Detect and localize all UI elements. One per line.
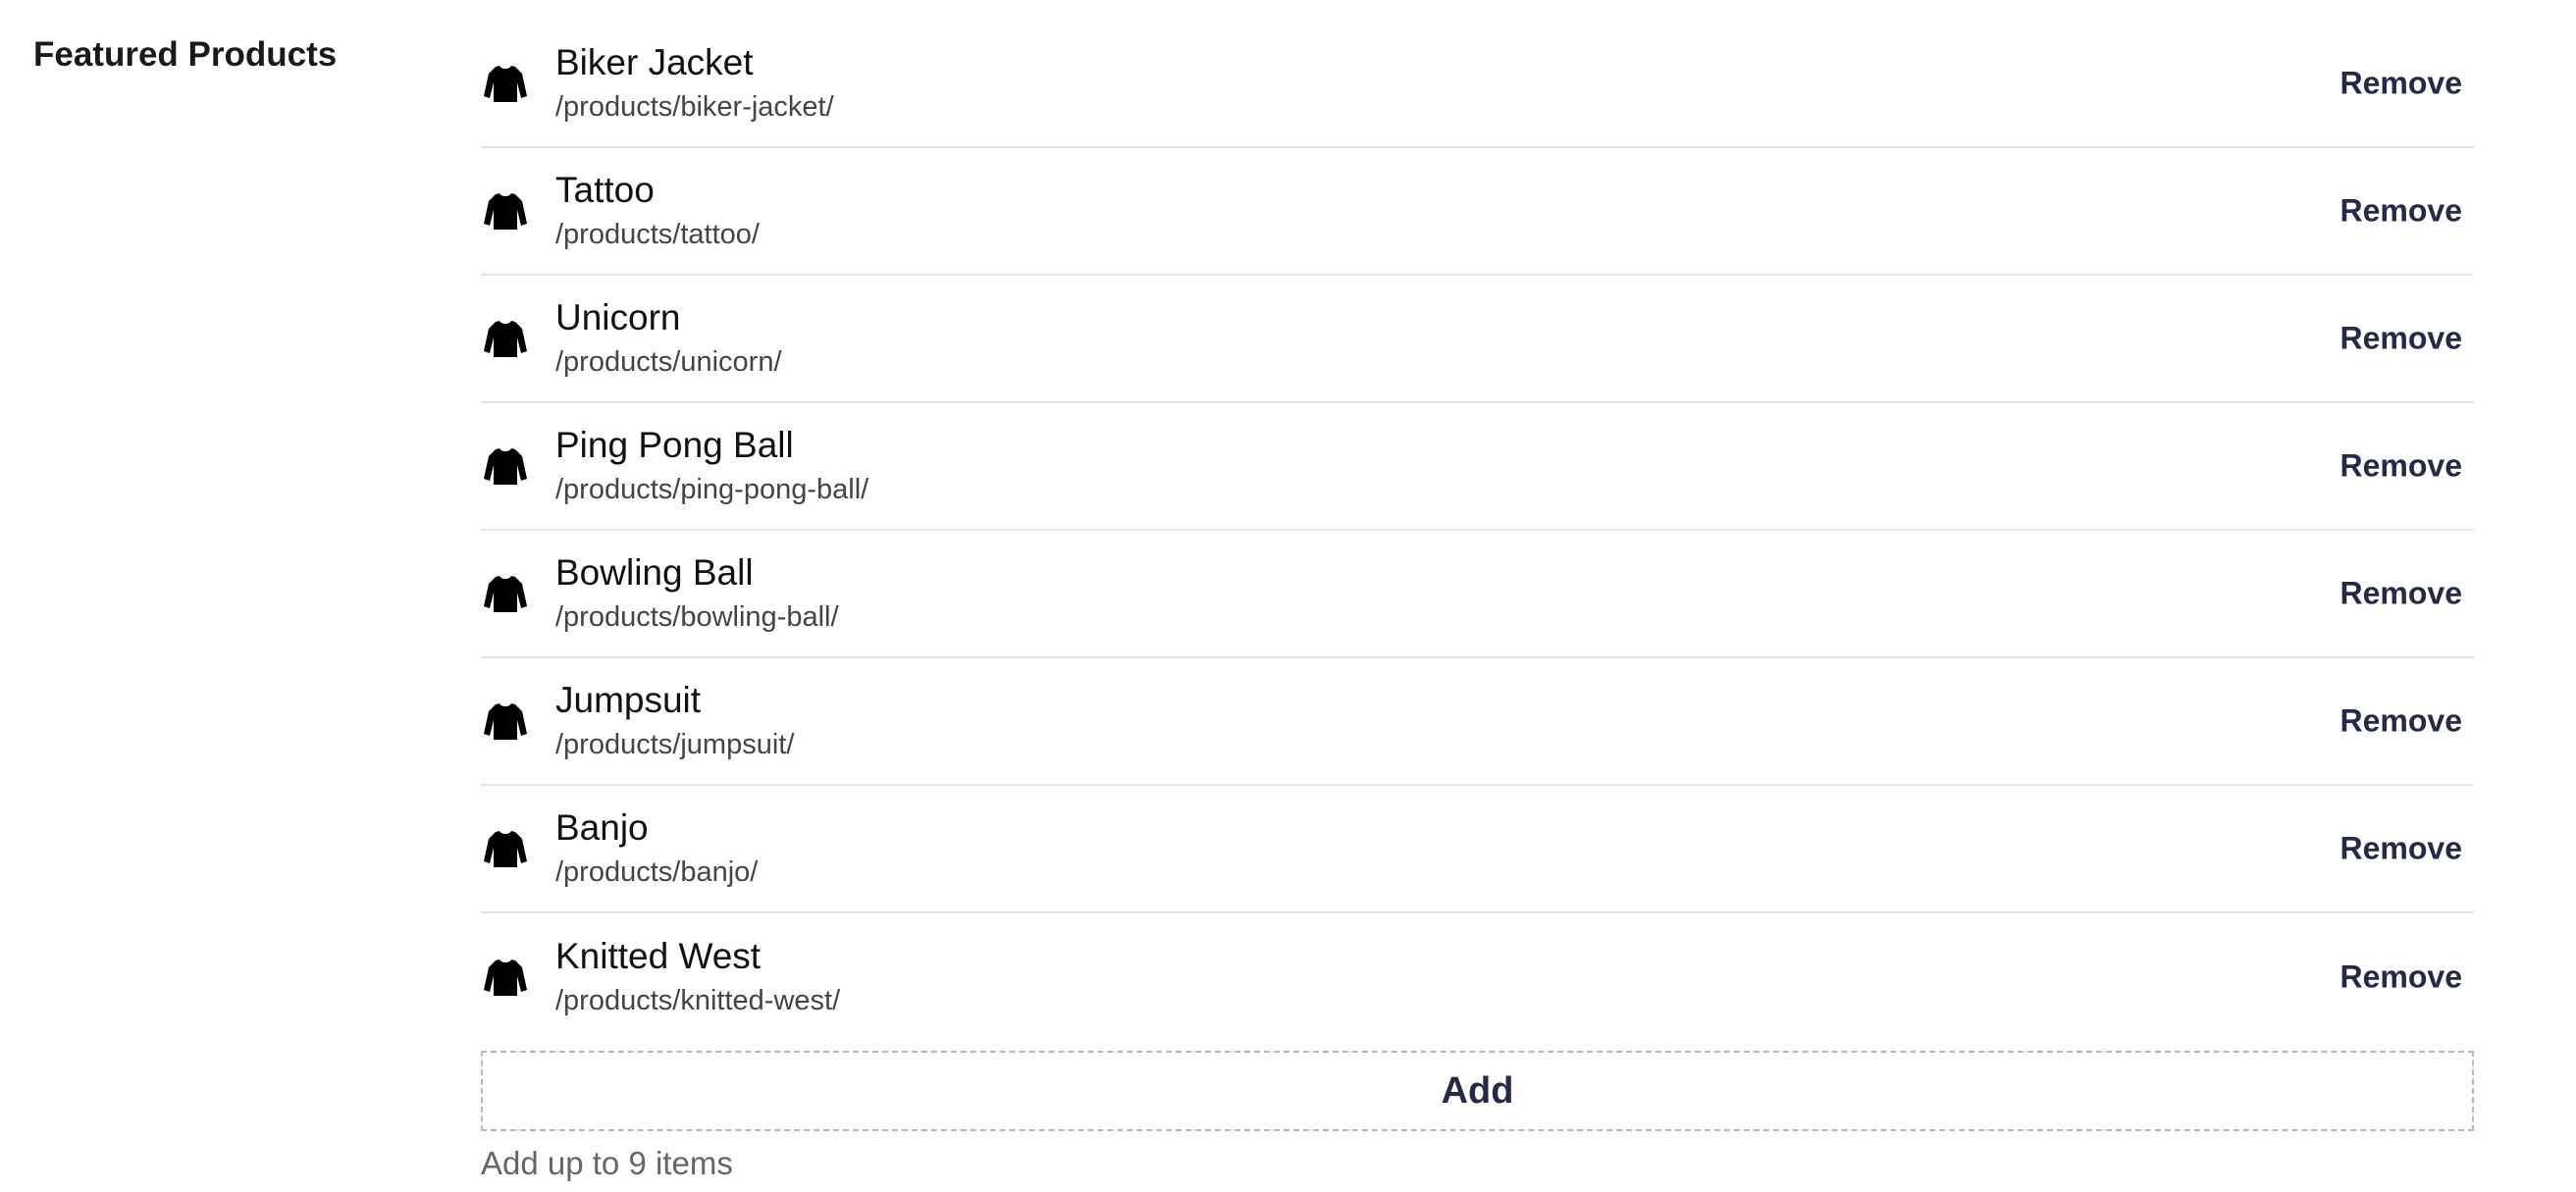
product-name: Jumpsuit [555,680,702,720]
remove-button[interactable]: Remove [2340,442,2463,491]
product-row-3: Unicorn /products/unicorn/ Remove [481,276,2474,403]
product-row-6: Jumpsuit /products/jumpsuit/ Remove [481,658,2474,786]
sweater-icon [483,826,528,871]
product-text: Jumpsuit /products/jumpsuit/ [555,678,2474,764]
product-path: /products/knitted-west/ [555,985,841,1016]
sweater-icon [483,955,528,1000]
product-name: Unicorn [555,297,681,337]
remove-button[interactable]: Remove [2340,698,2463,746]
sweater-icon [483,699,528,744]
product-row-5: Bowling Ball /products/bowling-ball/ Rem… [481,531,2474,658]
product-row-8: Knitted West /products/knitted-west/ Rem… [481,913,2474,1041]
product-row-2: Tattoo /products/tattoo/ Remove [481,148,2474,276]
product-path: /products/jumpsuit/ [555,729,795,760]
product-path: /products/bowling-ball/ [555,601,839,633]
featured-products-field: Biker Jacket /products/biker-jacket/ Rem… [481,21,2474,1182]
field-label: Featured Products [33,35,338,74]
sweater-icon [483,316,528,361]
product-path: /products/ping-pong-ball/ [555,474,869,505]
sweater-icon [483,571,528,616]
product-text: Bowling Ball /products/bowling-ball/ [555,550,2474,637]
help-text: Add up to 9 items [481,1145,733,1181]
product-row-7: Banjo /products/banjo/ Remove [481,786,2474,913]
product-name: Ping Pong Ball [555,425,794,465]
product-path: /products/unicorn/ [555,346,782,378]
remove-button[interactable]: Remove [2340,60,2463,108]
product-path: /products/tattoo/ [555,219,760,250]
sweater-icon [483,61,528,106]
product-name: Tattoo [555,170,655,210]
product-text: Ping Pong Ball /products/ping-pong-ball/ [555,423,2474,509]
product-row-4: Ping Pong Ball /products/ping-pong-ball/… [481,403,2474,531]
add-button[interactable]: Add [481,1051,2474,1131]
product-path: /products/biker-jacket/ [555,91,834,123]
product-text: Unicorn /products/unicorn/ [555,295,2474,382]
remove-button[interactable]: Remove [2340,570,2463,618]
product-row-1: Biker Jacket /products/biker-jacket/ Rem… [481,21,2474,148]
product-name: Bowling Ball [555,552,754,593]
product-path: /products/banjo/ [555,856,759,888]
remove-button[interactable]: Remove [2340,187,2463,235]
product-list: Biker Jacket /products/biker-jacket/ Rem… [481,21,2474,1041]
product-text: Tattoo /products/tattoo/ [555,168,2474,254]
remove-button[interactable]: Remove [2340,825,2463,873]
product-text: Biker Jacket /products/biker-jacket/ [555,40,2474,127]
product-name: Banjo [555,807,649,848]
product-text: Knitted West /products/knitted-west/ [555,934,2474,1020]
remove-button[interactable]: Remove [2340,954,2463,1002]
product-name: Knitted West [555,936,762,976]
sweater-icon [483,443,528,489]
remove-button[interactable]: Remove [2340,315,2463,363]
product-text: Banjo /products/banjo/ [555,805,2474,892]
sweater-icon [483,188,528,233]
product-name: Biker Jacket [555,42,754,82]
